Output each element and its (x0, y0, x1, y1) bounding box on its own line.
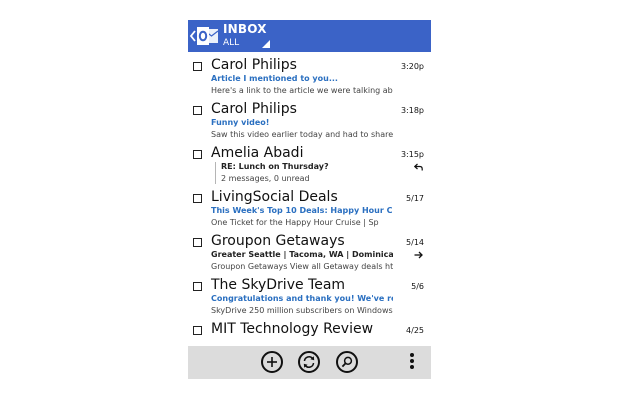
message-subject: Article I mentioned to you... (211, 74, 338, 83)
message-row[interactable]: Carol Philips 3:20p Article I mentioned … (188, 53, 431, 97)
message-row[interactable]: LivingSocial Deals 5/17 This Week's Top … (188, 185, 431, 229)
sender-name: MIT Technology Review (211, 321, 374, 337)
select-checkbox[interactable] (193, 326, 202, 335)
caret-down-icon[interactable] (262, 40, 270, 48)
select-checkbox[interactable] (193, 282, 202, 291)
sender-name: Amelia Abadi (211, 145, 304, 161)
select-checkbox[interactable] (193, 106, 202, 115)
select-checkbox[interactable] (193, 238, 202, 247)
message-subject: This Week's Top 10 Deals: Happy Hour Cru… (211, 206, 393, 215)
more-icon[interactable] (409, 353, 415, 371)
sender-name: Carol Philips (211, 57, 297, 73)
message-preview: Here's a link to the article we were tal… (211, 86, 393, 95)
new-message-button[interactable] (261, 351, 283, 373)
message-time: 3:18p (400, 106, 424, 115)
message-time: 5/14 (406, 238, 424, 247)
message-subject: RE: Lunch on Thursday? (221, 162, 329, 171)
message-row[interactable]: MIT Technology Review 4/25 (188, 317, 431, 346)
app-bar (188, 346, 431, 379)
sender-name: The SkyDrive Team (211, 277, 346, 293)
message-time: 5/6 (411, 282, 424, 291)
outlook-icon (197, 27, 219, 45)
sender-name: Groupon Getaways (211, 233, 345, 249)
message-preview: SkyDrive 250 million subscribers on Wind… (211, 306, 393, 315)
message-time: 4/25 (406, 326, 424, 335)
select-checkbox[interactable] (193, 194, 202, 203)
message-list: Carol Philips 3:20p Article I mentioned … (188, 53, 431, 346)
inbox-header: INBOX ALL (188, 20, 431, 52)
message-time: 3:20p (400, 62, 424, 71)
message-subject: Greater Seattle | Tacoma, WA | Dominican… (211, 250, 393, 259)
message-preview: 2 messages, 0 unread (221, 174, 310, 183)
sync-button[interactable] (298, 351, 320, 373)
forward-icon (414, 251, 423, 259)
search-icon (341, 356, 353, 368)
sender-name: LivingSocial Deals (211, 189, 338, 205)
message-subject: Congratulations and thank you! We've rea… (211, 294, 393, 303)
message-time: 3:15p (400, 150, 424, 159)
select-checkbox[interactable] (193, 62, 202, 71)
message-subject: Funny video! (211, 118, 270, 127)
chevron-left-icon[interactable] (189, 29, 197, 43)
page-title: INBOX (223, 22, 267, 36)
select-checkbox[interactable] (193, 150, 202, 159)
message-row[interactable]: The SkyDrive Team 5/6 Congratulations an… (188, 273, 431, 317)
filter-label[interactable]: ALL (223, 38, 239, 49)
message-row[interactable]: Amelia Abadi 3:15p RE: Lunch on Thursday… (188, 141, 431, 185)
sync-icon (303, 356, 315, 368)
message-preview: Groupon Getaways View all Getaway deals … (211, 262, 393, 271)
sender-name: Carol Philips (211, 101, 297, 117)
message-row[interactable]: Groupon Getaways 5/14 Greater Seattle | … (188, 229, 431, 273)
mail-app: INBOX ALL Carol Philips 3:20p Article I … (188, 20, 431, 379)
message-row[interactable]: Carol Philips 3:18p Funny video! Saw thi… (188, 97, 431, 141)
message-preview: One Ticket for the Happy Hour Cruise | S… (211, 218, 379, 227)
search-button[interactable] (336, 351, 358, 373)
plus-icon (267, 357, 277, 367)
reply-icon (414, 163, 423, 171)
message-time: 5/17 (406, 194, 424, 203)
thread-indicator (215, 162, 216, 184)
message-preview: Saw this video earlier today and had to … (211, 130, 393, 139)
